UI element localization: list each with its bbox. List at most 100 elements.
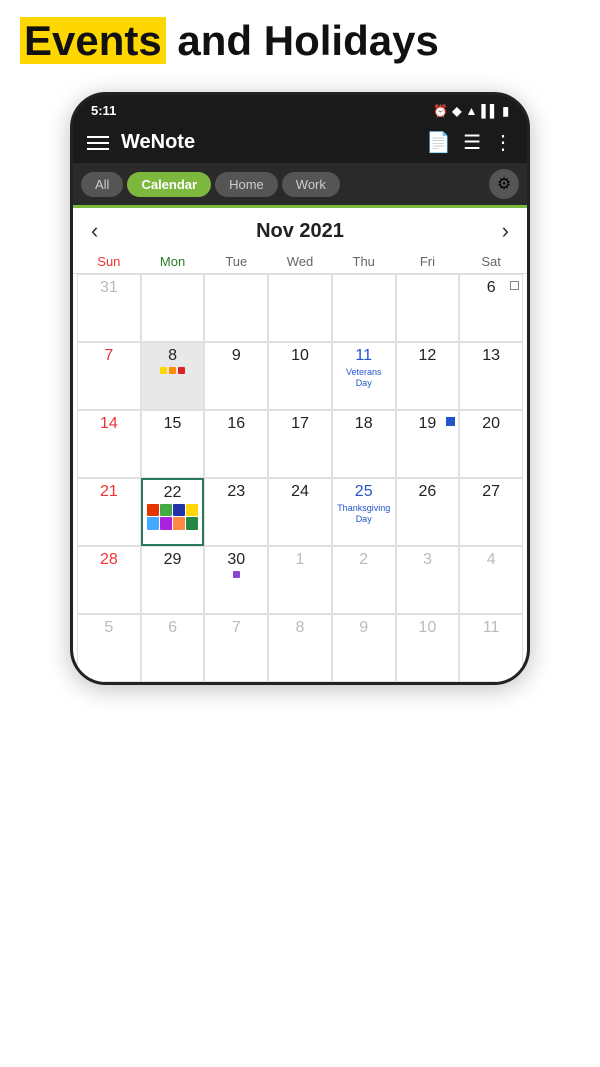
table-row[interactable]: 16 [204, 410, 268, 478]
event-square [147, 504, 159, 516]
page-title: Events and Holidays [20, 18, 580, 64]
event-square [147, 517, 159, 529]
event-square [160, 504, 172, 516]
table-row[interactable]: 9 [332, 614, 396, 682]
table-row[interactable]: 5 [77, 614, 141, 682]
table-row[interactable]: 10 [268, 342, 332, 410]
day-header-wed: Wed [268, 250, 332, 273]
table-row[interactable]: 6 [141, 614, 205, 682]
table-row[interactable]: 24 [268, 478, 332, 546]
tab-work[interactable]: Work [282, 172, 340, 197]
table-row[interactable] [204, 274, 268, 342]
table-row[interactable]: 7 [77, 342, 141, 410]
table-row[interactable]: 9 [204, 342, 268, 410]
tab-calendar[interactable]: Calendar [127, 172, 211, 197]
event-squares [147, 504, 199, 529]
day-header-sun: Sun [77, 250, 141, 273]
table-row[interactable]: 30 [204, 546, 268, 614]
battery-icon: ▮ [502, 104, 509, 118]
alarm-icon: ⏰ [433, 104, 448, 118]
day-header-mon: Mon [141, 250, 205, 273]
event-square [160, 517, 172, 529]
calendar-grid: 31 6 7 8 9 10 11 [73, 274, 527, 682]
title-highlight: Events [20, 17, 166, 64]
tab-all[interactable]: All [81, 172, 123, 197]
table-row[interactable]: 26 [396, 478, 460, 546]
day-header-tue: Tue [204, 250, 268, 273]
table-row[interactable]: 13 [459, 342, 523, 410]
month-nav: ‹ Nov 2021 › [73, 208, 527, 250]
more-options-icon[interactable]: ⋮ [493, 130, 513, 155]
holiday-label: Veterans Day [337, 367, 391, 389]
table-row[interactable]: 29 [141, 546, 205, 614]
next-month-button[interactable]: › [502, 218, 509, 244]
table-row[interactable]: 23 [204, 478, 268, 546]
event-dot-red [178, 367, 185, 374]
table-row[interactable] [332, 274, 396, 342]
calendar-container: ‹ Nov 2021 › Sun Mon Tue Wed Thu Fri Sat… [73, 208, 527, 682]
table-row[interactable]: 11 Veterans Day [332, 342, 396, 410]
tab-home[interactable]: Home [215, 172, 278, 197]
event-square [186, 504, 198, 516]
event-dot-purple [233, 571, 240, 578]
table-row[interactable]: 17 [268, 410, 332, 478]
day-header-thu: Thu [332, 250, 396, 273]
event-dot-yellow [160, 367, 167, 374]
table-row[interactable]: 8 [268, 614, 332, 682]
table-row[interactable]: 21 [77, 478, 141, 546]
table-row[interactable]: 11 [459, 614, 523, 682]
day-headers: Sun Mon Tue Wed Thu Fri Sat [73, 250, 527, 274]
status-icons: ⏰ ◆ ▲ ▌▌ ▮ [433, 104, 509, 118]
list-icon[interactable]: ☰ [463, 130, 481, 155]
table-row[interactable]: 15 [141, 410, 205, 478]
table-row[interactable]: 3 [396, 546, 460, 614]
table-row[interactable]: 28 [77, 546, 141, 614]
table-row[interactable]: 4 [459, 546, 523, 614]
event-dot-orange [169, 367, 176, 374]
table-row[interactable]: 10 [396, 614, 460, 682]
wifi-icon: ▲ [465, 104, 477, 118]
table-row[interactable]: 31 [77, 274, 141, 342]
event-square [173, 517, 185, 529]
event-square [186, 517, 198, 529]
month-year-label: Nov 2021 [256, 220, 344, 243]
table-row[interactable]: 6 [459, 274, 523, 342]
status-time: 5:11 [91, 103, 116, 118]
table-row[interactable]: 8 [141, 342, 205, 410]
table-row[interactable]: 20 [459, 410, 523, 478]
table-row[interactable]: 22 [141, 478, 205, 546]
table-row[interactable]: 25 Thanksgiving Day [332, 478, 396, 546]
empty-square-indicator [510, 281, 519, 290]
table-row[interactable]: 19 [396, 410, 460, 478]
tab-bar: All Calendar Home Work ⚙ [73, 163, 527, 208]
table-row[interactable]: 27 [459, 478, 523, 546]
prev-month-button[interactable]: ‹ [91, 218, 98, 244]
signal-icon: ◆ [452, 104, 461, 118]
settings-gear-icon: ⚙ [497, 174, 511, 194]
event-dots [209, 571, 263, 578]
app-title: WeNote [121, 131, 414, 154]
table-row[interactable]: 2 [332, 546, 396, 614]
app-toolbar: WeNote 📄 ☰ ⋮ [73, 122, 527, 163]
table-row[interactable]: 7 [204, 614, 268, 682]
day-header-fri: Fri [396, 250, 460, 273]
signal-bars-icon: ▌▌ [481, 104, 498, 118]
holiday-label: Thanksgiving Day [337, 503, 391, 525]
table-row[interactable]: 18 [332, 410, 396, 478]
table-row[interactable] [396, 274, 460, 342]
day-header-sat: Sat [459, 250, 523, 273]
page-header: Events and Holidays [0, 0, 600, 82]
tab-settings[interactable]: ⚙ [489, 169, 519, 199]
hamburger-menu-icon[interactable] [87, 136, 109, 150]
table-row[interactable] [141, 274, 205, 342]
status-bar: 5:11 ⏰ ◆ ▲ ▌▌ ▮ [73, 95, 527, 122]
table-row[interactable]: 14 [77, 410, 141, 478]
table-row[interactable] [268, 274, 332, 342]
phone-frame: 5:11 ⏰ ◆ ▲ ▌▌ ▮ WeNote 📄 ☰ ⋮ All Calenda… [70, 92, 530, 685]
new-note-icon[interactable]: 📄 [426, 130, 451, 155]
table-row[interactable]: 1 [268, 546, 332, 614]
event-square [173, 504, 185, 516]
table-row[interactable]: 12 [396, 342, 460, 410]
event-square-blue [446, 417, 455, 426]
event-dots [146, 367, 200, 374]
